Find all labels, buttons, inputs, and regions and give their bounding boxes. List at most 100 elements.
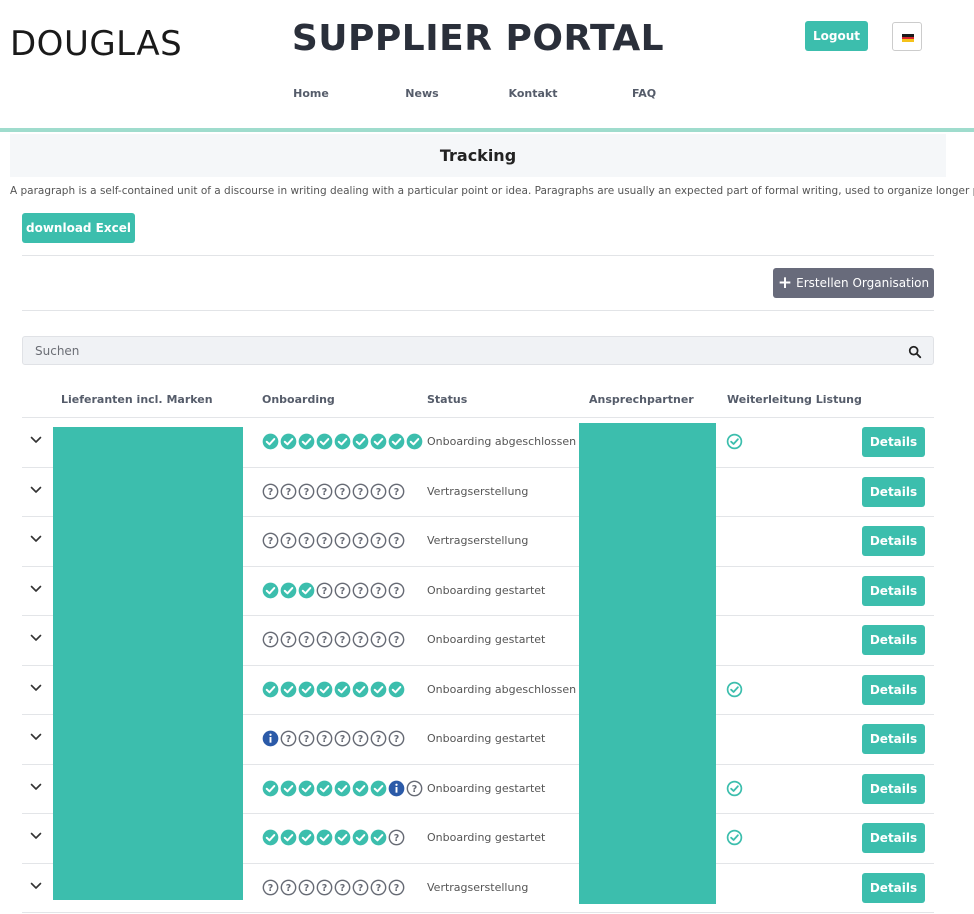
question-circle-icon: ?: [370, 483, 387, 499]
details-button[interactable]: Details: [862, 724, 925, 754]
check-circle-icon: [370, 681, 387, 697]
question-circle-icon: ?: [406, 780, 423, 796]
details-button[interactable]: Details: [862, 526, 925, 556]
svg-text:?: ?: [268, 635, 273, 646]
question-circle-icon: ?: [298, 483, 315, 499]
language-switch[interactable]: [892, 22, 922, 51]
question-circle-icon: ?: [262, 879, 279, 895]
question-circle-icon: ?: [388, 730, 405, 747]
chevron-down-icon[interactable]: [30, 832, 42, 840]
column-header-contact[interactable]: Ansprechpartner: [589, 393, 694, 406]
chevron-down-icon[interactable]: [30, 882, 42, 890]
check-circle-icon: [352, 433, 369, 450]
question-circle-icon: ?: [262, 631, 279, 648]
column-header-supplier[interactable]: Lieferanten incl. Marken: [61, 393, 213, 406]
question-circle-icon: ?: [334, 631, 351, 648]
svg-text:?: ?: [394, 734, 399, 745]
question-circle-icon: ?: [280, 532, 297, 549]
nav-home[interactable]: Home: [293, 87, 329, 100]
chevron-down-icon[interactable]: [30, 535, 42, 543]
svg-text:?: ?: [286, 635, 291, 646]
check-circle-icon: [280, 582, 297, 598]
check-circle-icon: [352, 681, 369, 697]
question-circle-icon: ?: [352, 631, 369, 648]
question-circle-icon: ?: [280, 483, 297, 499]
chevron-down-icon[interactable]: [30, 684, 42, 692]
status-text: Vertragserstellung: [427, 534, 529, 547]
details-button[interactable]: Details: [862, 476, 925, 507]
create-organisation-button[interactable]: + Erstellen Organisation: [773, 268, 934, 298]
svg-text:?: ?: [268, 486, 273, 497]
divider: [22, 310, 934, 311]
check-circle-icon: [298, 582, 315, 598]
search-icon[interactable]: [908, 345, 922, 359]
question-circle-icon: ?: [298, 730, 315, 747]
check-circle-icon: [262, 681, 279, 697]
question-circle-icon: ?: [298, 532, 315, 549]
chevron-down-icon[interactable]: [30, 733, 42, 741]
onboarding-steps: [262, 433, 423, 450]
svg-text:?: ?: [322, 486, 327, 497]
check-circle-icon: [352, 829, 369, 846]
question-circle-icon: ?: [280, 631, 297, 648]
check-outline-circle-icon: [726, 780, 743, 796]
svg-text:?: ?: [304, 536, 309, 547]
check-circle-icon: [316, 829, 333, 846]
question-circle-icon: ?: [352, 582, 369, 598]
chevron-down-icon[interactable]: [30, 436, 42, 444]
row-divider: [22, 912, 934, 913]
nav-faq[interactable]: FAQ: [632, 87, 656, 100]
question-circle-icon: ?: [316, 631, 333, 648]
logout-button[interactable]: Logout: [805, 21, 868, 51]
column-header-forwarding[interactable]: Weiterleitung Listung: [727, 393, 862, 406]
svg-text:?: ?: [358, 585, 363, 596]
chevron-down-icon[interactable]: [30, 486, 42, 494]
check-circle-icon: [370, 433, 387, 450]
question-circle-icon: ?: [280, 730, 297, 747]
chevron-down-icon[interactable]: [30, 783, 42, 791]
question-circle-icon: ?: [388, 582, 405, 598]
svg-text:?: ?: [394, 585, 399, 596]
question-circle-icon: ?: [388, 829, 405, 846]
download-excel-button[interactable]: download Excel: [22, 213, 135, 243]
svg-text:?: ?: [322, 536, 327, 547]
svg-text:?: ?: [304, 882, 309, 893]
check-outline-circle-icon: [726, 681, 743, 697]
create-organisation-label: Erstellen Organisation: [796, 276, 930, 290]
search-input[interactable]: [35, 342, 895, 360]
check-circle-icon: [262, 582, 279, 598]
check-circle-icon: [334, 681, 351, 697]
nav-kontakt[interactable]: Kontakt: [509, 87, 558, 100]
plus-icon: +: [777, 272, 793, 293]
details-button[interactable]: Details: [862, 625, 925, 655]
check-circle-icon: [334, 829, 351, 846]
details-button[interactable]: Details: [862, 872, 925, 903]
details-button[interactable]: Details: [862, 575, 925, 606]
check-circle-icon: [334, 433, 351, 450]
question-circle-icon: ?: [388, 532, 405, 549]
check-circle-icon: [316, 433, 333, 450]
question-circle-icon: ?: [334, 483, 351, 499]
question-circle-icon: ?: [316, 879, 333, 895]
question-circle-icon: ?: [388, 879, 405, 895]
column-header-status[interactable]: Status: [427, 393, 467, 406]
check-circle-icon: [280, 780, 297, 796]
onboarding-steps: ?: [262, 780, 423, 797]
svg-text:?: ?: [304, 734, 309, 745]
details-button[interactable]: Details: [862, 674, 925, 705]
chevron-down-icon[interactable]: [30, 634, 42, 642]
question-circle-icon: ?: [352, 532, 369, 549]
search-bar: [22, 336, 934, 365]
svg-text:?: ?: [394, 536, 399, 547]
details-button[interactable]: Details: [862, 773, 925, 804]
details-button[interactable]: Details: [862, 823, 925, 853]
column-header-onboarding[interactable]: Onboarding: [262, 393, 335, 406]
svg-text:?: ?: [286, 882, 291, 893]
chevron-down-icon[interactable]: [30, 585, 42, 593]
svg-text:?: ?: [322, 635, 327, 646]
question-circle-icon: ?: [334, 879, 351, 895]
nav-news[interactable]: News: [405, 87, 438, 100]
onboarding-steps: ???????: [262, 730, 405, 747]
question-circle-icon: ?: [298, 879, 315, 895]
details-button[interactable]: Details: [862, 427, 925, 457]
